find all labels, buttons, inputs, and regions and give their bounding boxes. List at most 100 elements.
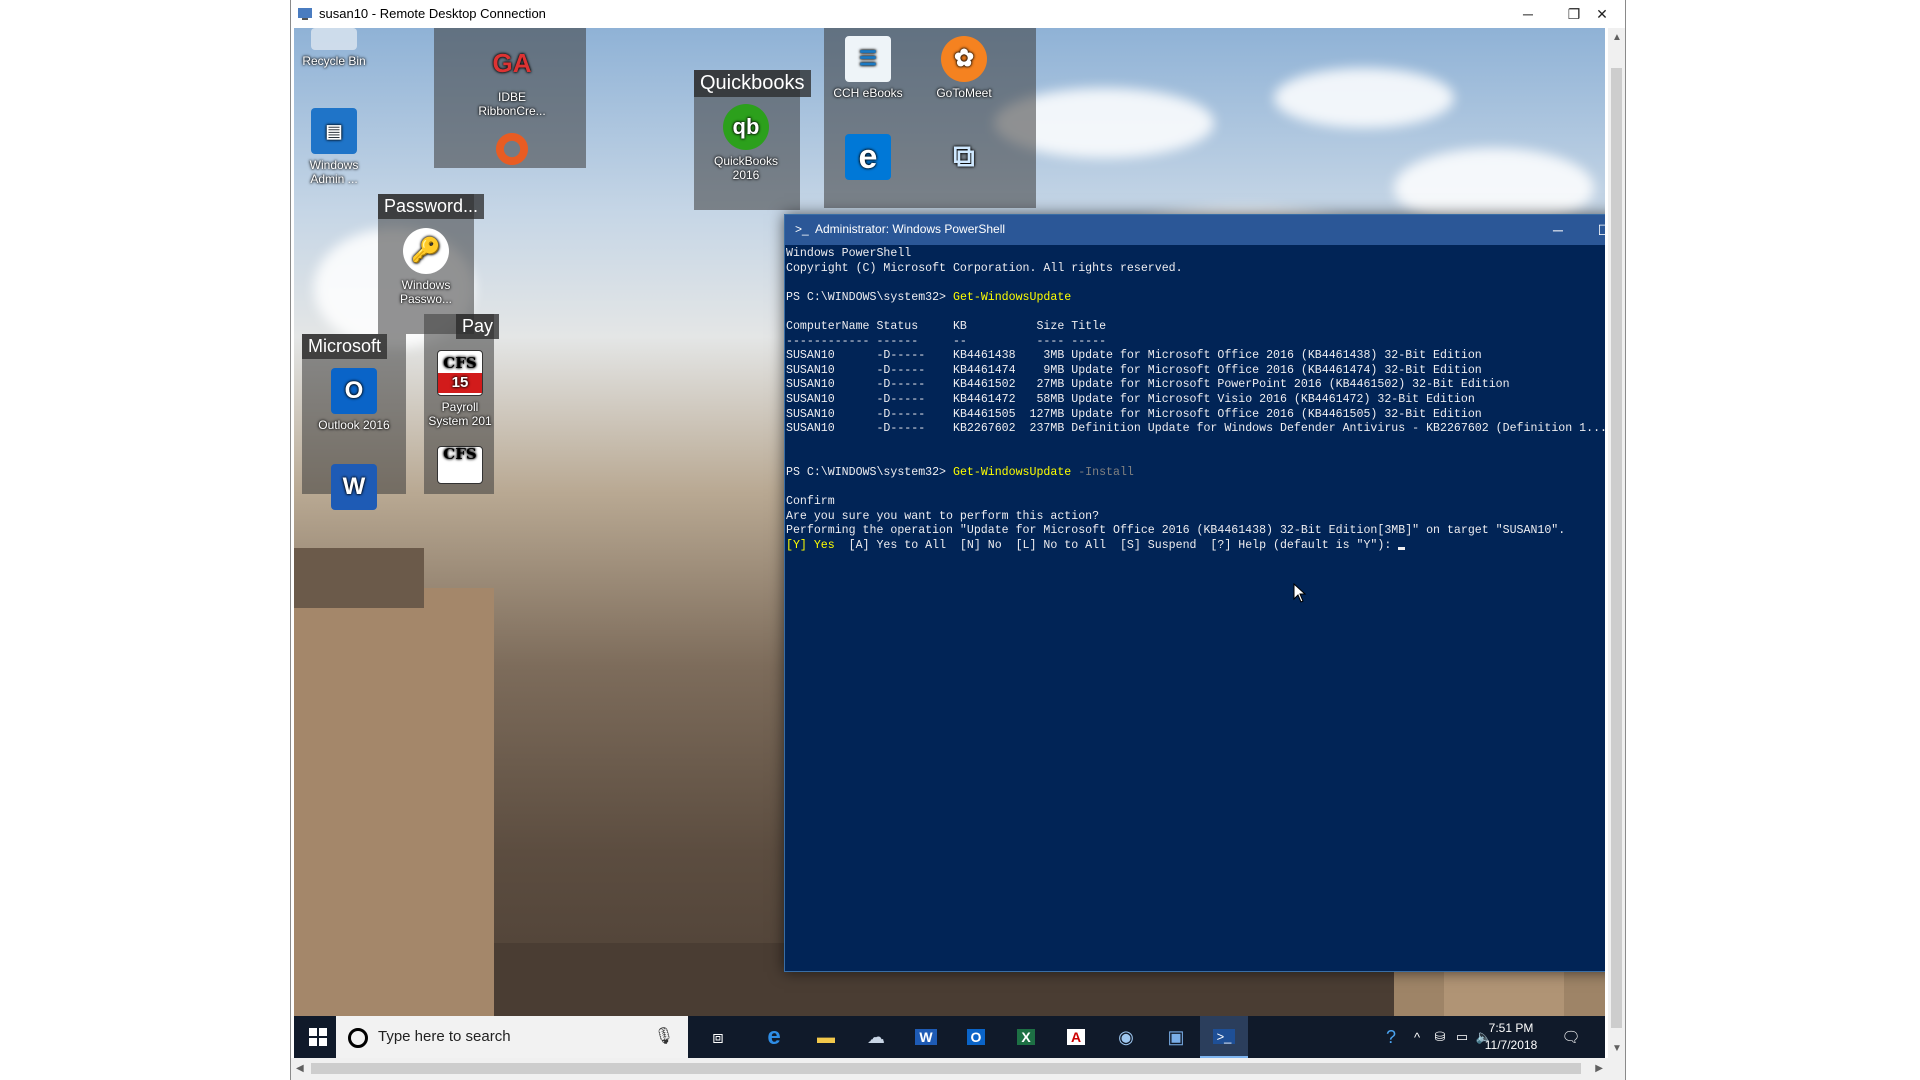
powershell-window[interactable]: >_ Administrator: Windows PowerShell ─ ☐…: [784, 214, 1605, 972]
microphone-icon[interactable]: 🎙: [654, 1026, 674, 1046]
search-placeholder: Type here to search: [378, 1028, 511, 1045]
taskbar-powershell[interactable]: >_: [1200, 1016, 1248, 1058]
update-status-cell: -D-----: [876, 392, 953, 406]
show-hidden-icons-chevron-up-icon[interactable]: ^: [1406, 1016, 1428, 1058]
remote-desktop-icon: [298, 8, 312, 20]
network-tray-icon[interactable]: ▭: [1450, 1016, 1474, 1058]
update-row: SUSAN10 -D----- KB4461502 27MB Update fo…: [786, 378, 1605, 393]
remote-desktop[interactable]: Quickbooks Password... Microsoft Pay Rec…: [294, 28, 1605, 1058]
acrobat-icon: A: [1066, 1029, 1086, 1045]
update-size-cell: 3MB: [1022, 349, 1072, 363]
desktop-icon-outlook[interactable]: O Outlook 2016: [314, 368, 394, 432]
minimize-button[interactable]: ─: [1505, 0, 1551, 28]
outlook-icon: O: [966, 1029, 986, 1045]
task-view-button[interactable]: ⧈: [694, 1016, 742, 1058]
update-computer-cell: SUSAN10: [786, 407, 877, 421]
update-table: SUSAN10 -D----- KB4461438 3MB Update for…: [786, 349, 1605, 437]
update-status-cell: -D-----: [876, 422, 953, 436]
desktop-icon-recycle-bin[interactable]: Recycle Bin: [294, 28, 374, 68]
mouse-pointer-icon: [1293, 583, 1307, 603]
quickbooks-group-title: Quickbooks: [694, 70, 811, 97]
start-button[interactable]: [294, 1016, 342, 1058]
desktop-icon-cch-ebooks[interactable]: ☰ CCH eBooks: [828, 36, 908, 100]
desktop-icon-gotomeeting[interactable]: ✿ GoToMeet: [924, 36, 1004, 100]
choice-options: [A] Yes to All [N] No [L] No to All [S] …: [834, 538, 1399, 552]
folder-icon: ▬: [817, 1026, 835, 1047]
quickbooks-icon: qb: [723, 104, 769, 150]
scroll-down-arrow-icon[interactable]: ▼: [1612, 1043, 1622, 1054]
desktop-icon-word[interactable]: W: [314, 464, 394, 514]
taskbar-file-explorer[interactable]: ▬: [802, 1016, 850, 1058]
cch-ebooks-icon: ☰: [845, 36, 891, 82]
sync-tray-icon[interactable]: ⛁: [1428, 1016, 1452, 1058]
update-kb-cell: KB4461474: [952, 363, 1023, 377]
taskbar-excel[interactable]: X: [1002, 1016, 1050, 1058]
scroll-left-arrow-icon[interactable]: ◀: [296, 1063, 304, 1074]
scroll-right-arrow-icon[interactable]: ▶: [1595, 1063, 1603, 1074]
update-computer-cell: SUSAN10: [786, 422, 877, 436]
excel-icon: X: [1017, 1029, 1035, 1045]
update-row: SUSAN10 -D----- KB4461474 9MB Update for…: [786, 364, 1605, 379]
taskbar-acrobat[interactable]: A: [1052, 1016, 1100, 1058]
table-header: ComputerName Status KB Size Title: [786, 319, 1107, 333]
update-title-cell: Update for Microsoft Office 2016 (KB4461…: [1071, 349, 1482, 363]
admin-tool-icon: ▣: [1167, 1026, 1185, 1047]
update-row: SUSAN10 -D----- KB4461438 3MB Update for…: [786, 349, 1605, 364]
powershell-titlebar[interactable]: >_ Administrator: Windows PowerShell ─ ☐…: [785, 215, 1605, 245]
update-computer-cell: SUSAN10: [786, 363, 877, 377]
taskbar: Type here to search 🎙 ⧈ e ▬ ☁ W O X A ◉ …: [294, 1016, 1605, 1058]
taskbar-app-globe[interactable]: ◉: [1102, 1016, 1150, 1058]
globe-mail-icon: ◉: [1118, 1026, 1134, 1047]
desktop-icon-network[interactable]: ⧉: [924, 134, 1004, 184]
ps-minimize-button[interactable]: ─: [1535, 215, 1581, 245]
update-kb-cell: KB4461505: [952, 407, 1023, 421]
desktop-icon-windows-admin[interactable]: ▤ Windows Admin ...: [294, 108, 374, 186]
task-view-icon: ⧈: [712, 1026, 724, 1047]
rdp-hscroll-thumb[interactable]: [311, 1063, 1581, 1074]
gotomeeting-icon: ✿: [941, 36, 987, 82]
desktop-icon-idbe[interactable]: GA IDBE RibbonCre...: [472, 40, 552, 118]
taskbar-word[interactable]: W: [902, 1016, 950, 1058]
rdp-vertical-scrollbar[interactable]: ▲ ▼: [1608, 28, 1625, 1058]
taskbar-app-admin[interactable]: ▣: [1152, 1016, 1200, 1058]
payroll-group-title: Pay: [456, 314, 500, 339]
taskbar-search-box[interactable]: Type here to search 🎙: [336, 1016, 688, 1058]
powershell-icon: >_: [1212, 1028, 1236, 1044]
update-title-cell: Update for Microsoft PowerPoint 2016 (KB…: [1071, 378, 1510, 392]
update-status-cell: -D-----: [876, 363, 953, 377]
taskbar-edge[interactable]: e: [750, 1016, 798, 1058]
taskbar-app-cloud[interactable]: ☁: [852, 1016, 900, 1058]
update-size-cell: 9MB: [1022, 363, 1072, 377]
clock-time: 7:51 PM: [1488, 1021, 1534, 1035]
command-text: Get-WindowsUpdate: [952, 290, 1072, 304]
close-button[interactable]: ✕: [1579, 0, 1625, 28]
lifebuoy-icon: [492, 132, 532, 166]
edge-icon: e: [845, 134, 891, 180]
command-parameter: -Install: [1071, 465, 1134, 479]
update-row: SUSAN10 -D----- KB4461505 127MB Update f…: [786, 408, 1605, 423]
cortana-icon: [348, 1028, 368, 1048]
rdp-vscroll-thumb[interactable]: [1611, 68, 1622, 1028]
taskbar-outlook[interactable]: O: [952, 1016, 1000, 1058]
desktop-icon-payroll[interactable]: CFS 15 Payroll System 201: [420, 350, 500, 428]
desktop-icon-quickbooks[interactable]: qb QuickBooks 2016: [706, 104, 786, 182]
remote-desktop-window[interactable]: susan10 - Remote Desktop Connection ─ ❐ …: [290, 0, 1626, 1080]
rdp-titlebar[interactable]: susan10 - Remote Desktop Connection ─ ❐ …: [291, 0, 1625, 28]
console-prompt-line: PS C:\WINDOWS\system32> Get-WindowsUpdat…: [786, 290, 1072, 304]
ps-maximize-button[interactable]: ☐: [1581, 215, 1605, 245]
desktop-icon-payroll-2[interactable]: CFS: [420, 446, 500, 488]
update-computer-cell: SUSAN10: [786, 392, 877, 406]
desktop-icon-windows-password[interactable]: 🔑 Windows Passwo...: [386, 228, 466, 306]
action-center-icon[interactable]: 🗨: [1556, 1016, 1586, 1058]
confirm-choice-line[interactable]: [Y] Yes [A] Yes to All [N] No [L] No to …: [786, 539, 1605, 554]
desktop-icon-lifebuoy[interactable]: [472, 132, 552, 170]
rdp-horizontal-scrollbar[interactable]: ◀ ▶: [291, 1058, 1625, 1080]
desktop-icon-edge[interactable]: e: [828, 134, 908, 184]
scroll-up-arrow-icon[interactable]: ▲: [1612, 32, 1622, 43]
word-icon: W: [915, 1029, 937, 1045]
clock-date: 11/7/2018: [1484, 1038, 1538, 1052]
help-tray-icon[interactable]: ?: [1376, 1016, 1406, 1058]
taskbar-clock[interactable]: 7:51 PM 11/7/2018: [1480, 1020, 1542, 1054]
update-title-cell: Update for Microsoft Office 2016 (KB4461…: [1071, 407, 1482, 421]
powershell-console[interactable]: Windows PowerShell Copyright (C) Microsof…: [785, 245, 1605, 971]
